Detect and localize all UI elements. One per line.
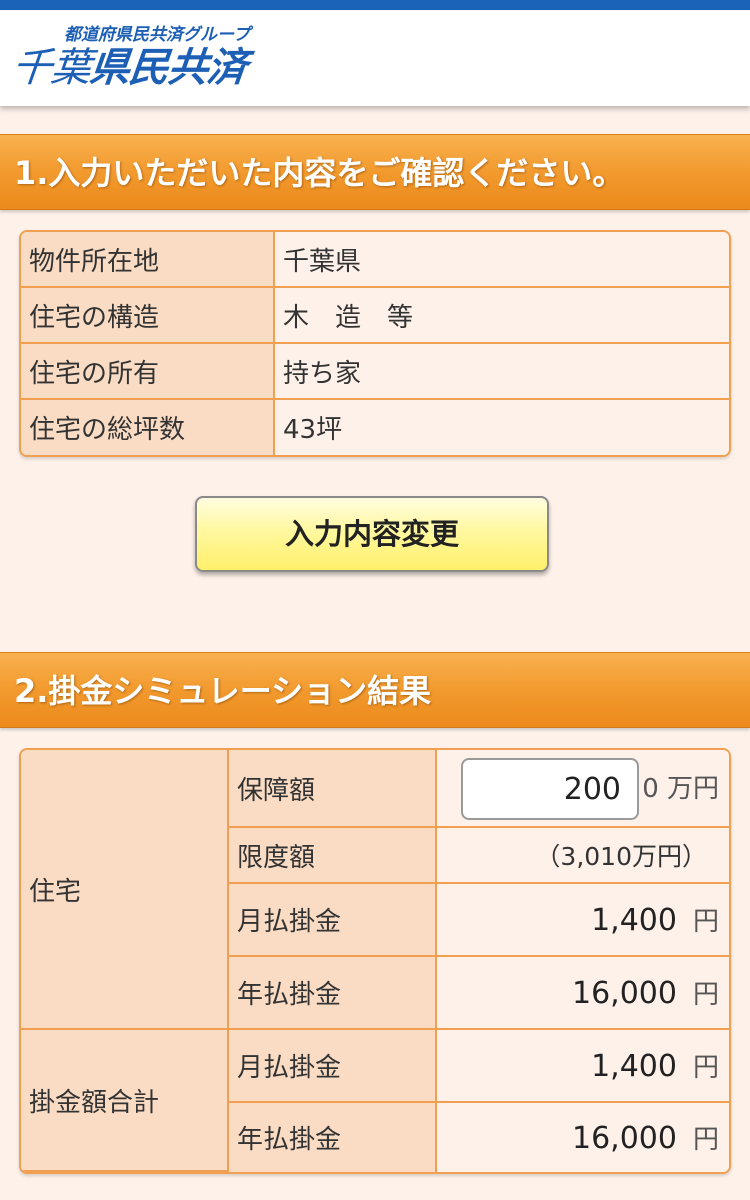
row-label: 住宅の所有 (21, 344, 275, 400)
yearly-label: 年払掛金 (229, 957, 437, 1030)
table-row: 掛金額合計 月払掛金 1,400 円 (21, 1030, 729, 1172)
row-value: 持ち家 (275, 344, 729, 400)
total-yearly-label: 年払掛金 (229, 1103, 437, 1172)
row-label: 住宅の構造 (21, 288, 275, 344)
site-logo[interactable]: 千葉県民共済 (9, 44, 249, 92)
yen-unit: 円 (692, 907, 719, 937)
change-input-button[interactable]: 入力内容変更 (195, 496, 549, 572)
total-monthly-value: 1,400 (591, 1049, 677, 1084)
monthly-premium: 1,400 円 (437, 884, 729, 957)
coverage-suffix: 0 万円 (642, 774, 719, 804)
site-header: 都道府県民共済グループ 千葉県民共済 (0, 10, 750, 106)
yearly-premium-value: 16,000 (572, 976, 677, 1011)
total-monthly-label: 月払掛金 (229, 1030, 437, 1103)
coverage-cell: 0 万円 (437, 750, 729, 828)
total-monthly-premium: 1,400 円 (437, 1030, 729, 1103)
yen-unit: 円 (692, 980, 719, 1010)
table-row: 住宅の所有 持ち家 (21, 344, 729, 400)
monthly-label: 月払掛金 (229, 884, 437, 957)
top-accent-bar (0, 0, 750, 10)
section-heading-simulation: 2.掛金シミュレーション結果 (0, 652, 750, 728)
simulation-result-table: 住宅 保障額 0 万円 限度額 （3,010万円） 月払掛金 1,400 円 年払… (19, 748, 731, 1174)
limit-label: 限度額 (229, 828, 437, 884)
section-heading-confirm: 1.入力いただいた内容をご確認ください。 (0, 134, 750, 210)
row-label: 物件所在地 (21, 232, 275, 288)
coverage-label: 保障額 (229, 750, 437, 828)
table-row: 住宅 保障額 0 万円 (21, 750, 729, 1030)
yen-unit: 円 (692, 1125, 719, 1155)
monthly-premium-value: 1,400 (591, 903, 677, 938)
section-title-simulation: 2.掛金シミュレーション結果 (14, 672, 432, 710)
coverage-amount-input[interactable] (461, 758, 639, 820)
row-value: 木 造 等 (275, 288, 729, 344)
yearly-premium: 16,000 円 (437, 957, 729, 1030)
section-title-confirm: 1.入力いただいた内容をご確認ください。 (14, 154, 625, 192)
table-row: 住宅の総坪数 43坪 (21, 400, 729, 455)
group-label-total: 掛金額合計 (21, 1030, 229, 1172)
yen-unit: 円 (692, 1053, 719, 1083)
table-row: 住宅の構造 木 造 等 (21, 288, 729, 344)
limit-value: （3,010万円） (437, 828, 729, 884)
row-value: 千葉県 (275, 232, 729, 288)
row-value: 43坪 (275, 400, 729, 455)
table-row: 物件所在地 千葉県 (21, 232, 729, 288)
logo-group-label: 都道府県民共済グループ (64, 25, 250, 45)
row-label: 住宅の総坪数 (21, 400, 275, 455)
group-label-housing: 住宅 (21, 750, 229, 1030)
logo-brand-suffix: 県民共済 (87, 45, 249, 91)
input-summary-table: 物件所在地 千葉県 住宅の構造 木 造 等 住宅の所有 持ち家 住宅の総坪数 4… (19, 230, 731, 457)
total-yearly-premium: 16,000 円 (437, 1103, 729, 1172)
logo-brand-prefix: 千葉 (9, 45, 93, 91)
total-yearly-value: 16,000 (572, 1121, 677, 1156)
